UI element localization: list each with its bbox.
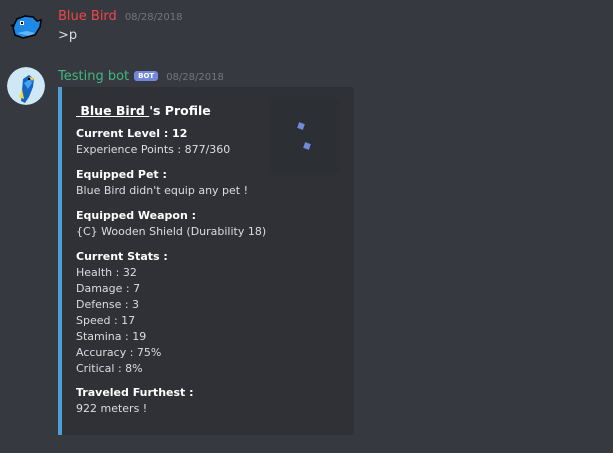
message-content: >p — [58, 28, 78, 43]
field-name: Current Stats : — [76, 250, 168, 263]
stat-defense: Defense : 3 — [76, 298, 140, 311]
field-name: Equipped Weapon : — [76, 209, 197, 222]
stat-accuracy: Accuracy : 75% — [76, 346, 162, 359]
bot-avatar-icon[interactable] — [7, 67, 45, 105]
field-name: Current Level : 12 — [76, 127, 188, 140]
message-user: Blue Bird 08/28/2018 >p — [0, 0, 613, 60]
timestamp: 08/28/2018 — [124, 12, 183, 23]
field-value: Experience Points : 877/360 — [76, 143, 231, 156]
embed-title: Blue Bird 's Profile — [76, 103, 210, 118]
user-avatar-icon[interactable] — [7, 7, 45, 45]
profile-embed: Blue Bird 's Profile Current Level : 12 … — [58, 87, 354, 435]
field-name: Traveled Furthest : — [76, 386, 194, 399]
profile-thumbnail-icon[interactable] — [270, 99, 340, 173]
field-name: Equipped Pet : — [76, 168, 167, 181]
stat-damage: Damage : 7 — [76, 282, 141, 295]
embed-title-link[interactable]: Blue Bird — [76, 103, 149, 118]
stat-critical: Critical : 8% — [76, 362, 143, 375]
bot-badge: BOT — [134, 71, 159, 81]
field-traveled-furthest: Traveled Furthest : 922 meters ! — [76, 385, 194, 417]
field-value: {C} Wooden Shield (Durability 18) — [76, 225, 267, 238]
field-current-level: Current Level : 12 Experience Points : 8… — [76, 126, 230, 158]
timestamp: 08/28/2018 — [166, 72, 224, 83]
stat-speed: Speed : 17 — [76, 314, 136, 327]
field-value: Blue Bird didn't equip any pet ! — [76, 184, 249, 197]
stat-health: Health : 32 — [76, 266, 137, 279]
field-equipped-weapon: Equipped Weapon : {C} Wooden Shield (Dur… — [76, 208, 266, 240]
username[interactable]: Blue Bird — [58, 9, 117, 24]
username[interactable]: Testing bot — [58, 69, 129, 84]
field-value: 922 meters ! — [76, 402, 148, 415]
field-current-stats: Current Stats : Health : 32 Damage : 7 D… — [76, 249, 168, 377]
field-equipped-pet: Equipped Pet : Blue Bird didn't equip an… — [76, 167, 248, 199]
stat-stamina: Stamina : 19 — [76, 330, 147, 343]
